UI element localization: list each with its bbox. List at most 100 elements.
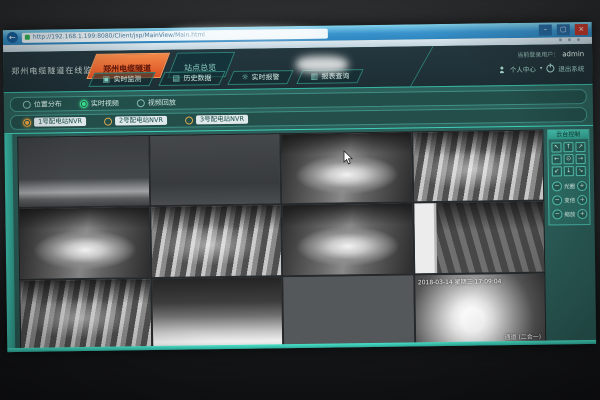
toolbar-icon [311, 72, 319, 82]
camera-tile[interactable] [281, 132, 411, 203]
camera-feed [414, 202, 544, 273]
ptz-arrow-button[interactable]: ⊙ [564, 154, 574, 164]
camera-feed [18, 136, 148, 207]
browser-back-button[interactable]: ← [7, 32, 18, 43]
mouse-cursor [343, 150, 353, 165]
camera-tile[interactable] [413, 131, 543, 202]
ptz-arrow-button[interactable]: ↑ [563, 142, 573, 152]
camera-tile[interactable] [18, 136, 148, 207]
camera-tile[interactable]: 2018-03-14 星期三 17:09:04 通道 (二合一) [415, 273, 545, 344]
camera-feed [413, 131, 543, 202]
browser-menu-dot-icon[interactable] [559, 38, 562, 41]
chevron-down-icon: ▾ [540, 66, 543, 72]
camera-tile[interactable] [150, 134, 280, 205]
power-icon [546, 64, 554, 72]
close-button[interactable]: × [575, 24, 588, 35]
radio-label: 位置分布 [34, 99, 62, 109]
radio-dot-icon [23, 100, 31, 108]
camera-tile[interactable] [151, 206, 281, 277]
photo-background: ← http://192.168.1.199:8080/Client/jsp/M… [0, 0, 600, 400]
toolbar-icon [102, 75, 110, 85]
main-content: 2018-03-14 星期三 17:09:04 通道 (二合一) 云台控制 ↖↑… [4, 125, 596, 352]
titlebar-spacer [332, 30, 534, 33]
ptz-adjust-label: 光圈 [564, 182, 575, 190]
ptz-adjust-row: − 光圈 + [549, 179, 589, 194]
ptz-plus-button[interactable]: + [577, 195, 587, 205]
ptz-minus-button[interactable]: − [552, 209, 562, 219]
camera-feed [152, 277, 282, 348]
radio-dot-icon [104, 117, 112, 125]
ptz-arrow-pad: ↖↑↗ ←⊙→ ↙↓↘ [548, 139, 589, 180]
toolbar-icon [242, 73, 249, 83]
ptz-arrow-button[interactable]: ↗ [575, 142, 585, 152]
url-text: http://192.168.1.199:8080/Client/jsp/Mai… [33, 31, 205, 40]
back-arrow-icon: ← [9, 33, 16, 42]
minimize-button[interactable]: – [539, 24, 552, 35]
view-mode-radio[interactable]: 实时视频 [80, 98, 119, 109]
toolbar-item[interactable]: 报表查询 [297, 69, 364, 84]
nvr-label: 2号配电站NVR [115, 116, 167, 126]
camera-tile[interactable] [282, 204, 412, 275]
radio-dot-icon [185, 116, 193, 124]
header-divider-line [410, 46, 456, 87]
login-status: 当前登录用户：admin [499, 49, 585, 59]
camera-tile[interactable] [152, 277, 282, 348]
camera-tile[interactable] [283, 275, 413, 346]
username: admin [562, 50, 584, 58]
radio-dot-icon [137, 99, 145, 107]
toolbar-item-label: 历史数据 [183, 73, 211, 83]
header-toolbar: 实时监测 历史数据 实时报警 报表查询 [91, 69, 360, 87]
login-label: 当前登录用户： [517, 51, 559, 59]
ptz-arrow-button[interactable]: ← [552, 154, 562, 164]
nvr-label: 3号配电站NVR [196, 115, 248, 125]
view-mode-radio[interactable]: 位置分布 [23, 99, 62, 110]
camera-tile[interactable] [20, 279, 150, 350]
ptz-minus-button[interactable]: − [552, 195, 562, 205]
radio-label: 实时视频 [91, 98, 119, 108]
ptz-minus-button[interactable]: − [552, 181, 562, 191]
toolbar-item-label: 实时报警 [252, 72, 280, 82]
user-panel: 当前登录用户：admin 个人中心 ▾ 退出系统 [499, 49, 585, 74]
camera-feed [283, 275, 413, 346]
camera-tile[interactable] [19, 207, 149, 278]
nvr-radio[interactable]: 3号配电站NVR [185, 115, 248, 125]
radio-label: 视频回放 [148, 97, 176, 107]
app-page: 郑州电缆隧道在线监测 郑州电缆隧道 站点总览 实时监测 [3, 44, 596, 352]
toolbar-item[interactable]: 实时监测 [88, 72, 155, 87]
ptz-arrow-button[interactable]: ↙ [552, 166, 562, 176]
browser-menu-dot-icon[interactable] [568, 38, 571, 41]
toolbar-item[interactable]: 历史数据 [158, 71, 225, 86]
ptz-arrow-button[interactable]: ↓ [564, 166, 574, 176]
browser-menu-dot-icon[interactable] [577, 38, 580, 41]
ptz-adjust-label: 缩放 [564, 210, 575, 218]
ptz-plus-button[interactable]: + [577, 181, 587, 191]
ptz-arrow-button[interactable]: → [576, 154, 586, 164]
logout-link[interactable]: 退出系统 [558, 63, 584, 73]
person-icon [499, 66, 506, 73]
ptz-plus-button[interactable]: + [577, 209, 587, 219]
monitor-screen: ← http://192.168.1.199:8080/Client/jsp/M… [3, 22, 596, 352]
app-header: 郑州电缆隧道在线监测 郑州电缆隧道 站点总览 实时监测 [3, 44, 593, 93]
toolbar-item[interactable]: 实时报警 [227, 70, 293, 85]
camera-tile[interactable] [414, 202, 544, 273]
nvr-radio[interactable]: 1号配电站NVR [23, 117, 86, 127]
camera-feed [19, 207, 149, 278]
toolbar-item-label: 实时监测 [113, 74, 141, 84]
toolbar-item-label: 报表查询 [321, 71, 349, 81]
camera-feed [282, 204, 412, 275]
camera-feed [150, 134, 280, 205]
view-mode-radio[interactable]: 视频回放 [137, 97, 176, 108]
ptz-arrow-button[interactable]: ↘ [576, 166, 586, 176]
camera-feed [20, 279, 150, 350]
ptz-arrow-button[interactable]: ↖ [551, 142, 561, 152]
maximize-button[interactable]: ▢ [557, 24, 570, 35]
ptz-adjust-row: − 变倍 + [549, 193, 589, 208]
radio-dot-icon [23, 118, 31, 126]
nvr-radio[interactable]: 2号配电站NVR [104, 116, 167, 126]
profile-link[interactable]: 个人中心 [510, 64, 536, 74]
camera-feed [281, 132, 411, 203]
toolbar-icon [172, 74, 180, 84]
camera-feed [151, 206, 281, 277]
ptz-control-panel: 云台控制 ↖↑↗←⊙→↙↓↘ − 光圈 + − 变倍 [547, 129, 590, 226]
site-security-icon [25, 35, 30, 40]
